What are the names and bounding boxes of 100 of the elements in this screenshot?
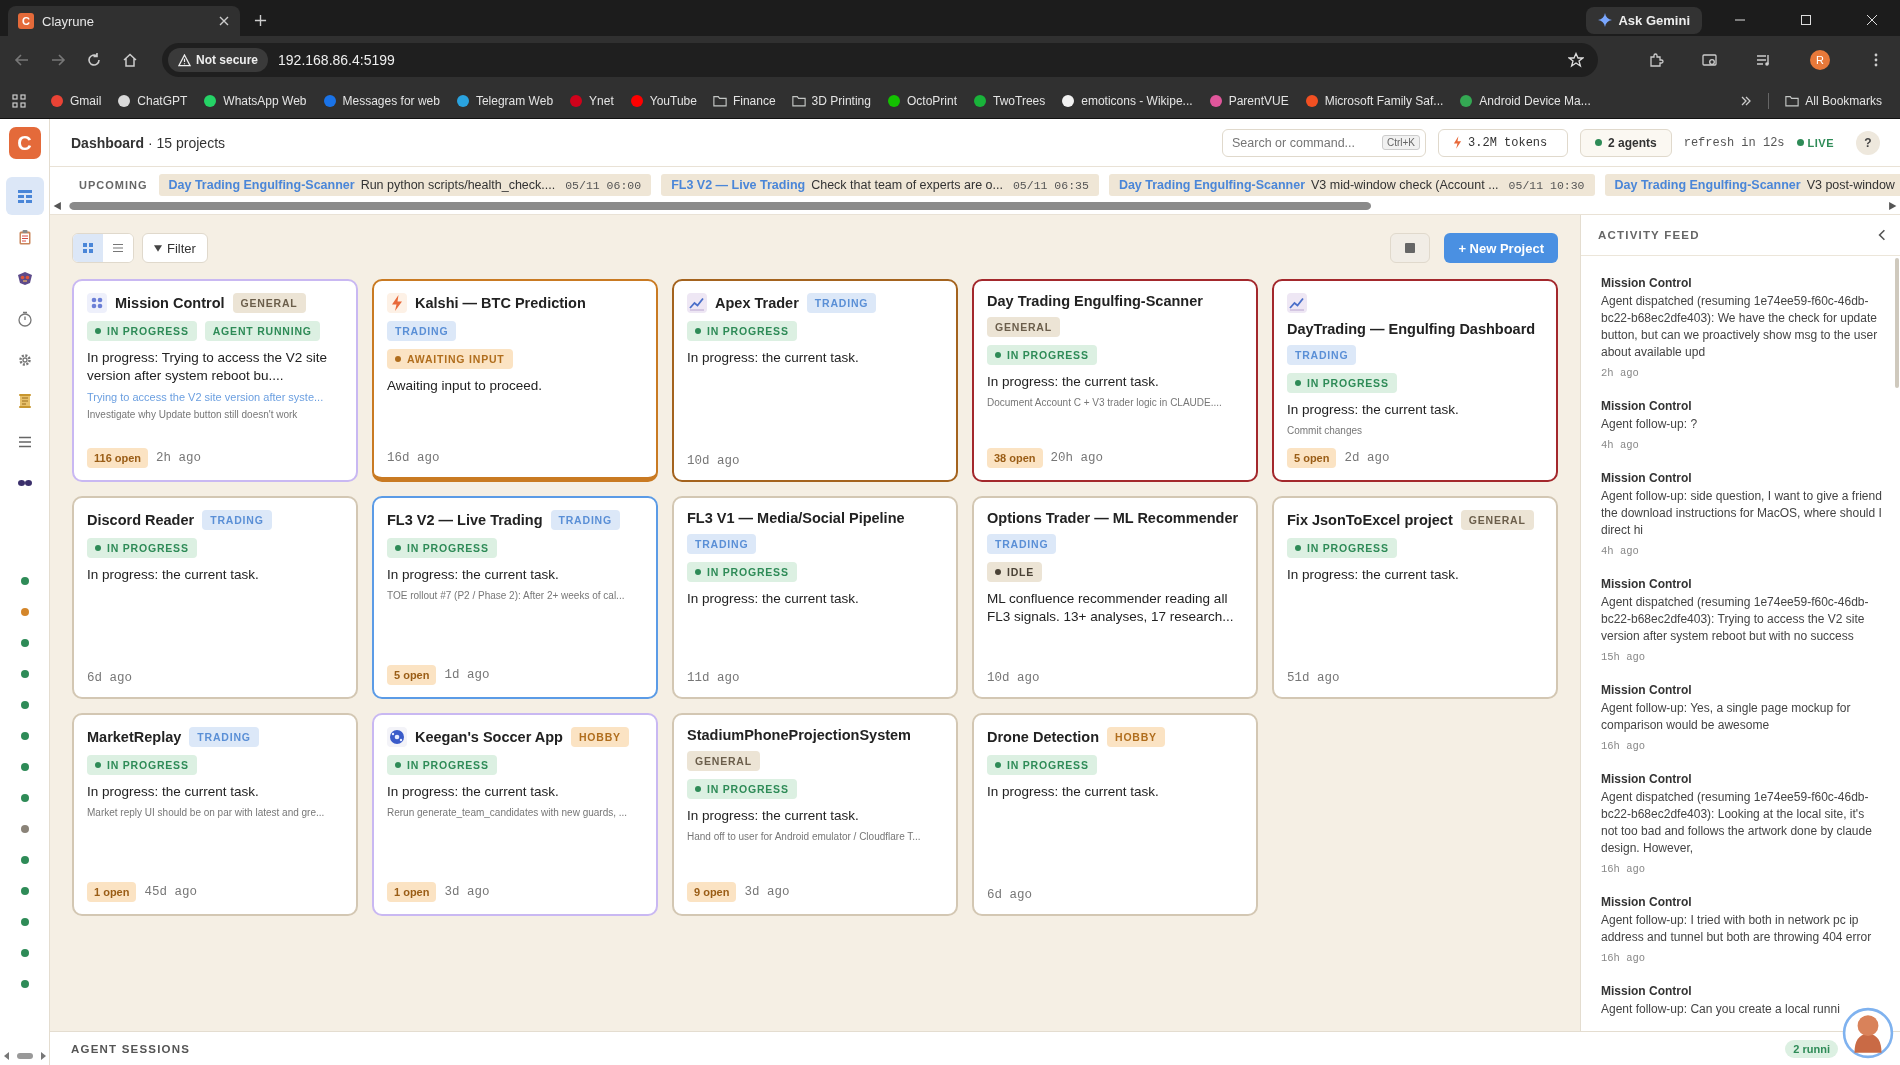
project-card[interactable]: Drone Detection HOBBY IN PROGRESS In progress: the current task. 6d ago <box>972 713 1258 916</box>
project-card[interactable]: DayTrading — Engulfing Dashboard TRADING IN PROGRESS In progress: the current task. Commit changes 5 open 2d ago <box>1272 279 1558 482</box>
status-badge: IN PROGRESS <box>987 755 1097 775</box>
star-icon[interactable] <box>1568 52 1584 68</box>
project-card[interactable]: Discord Reader TRADING IN PROGRESS In progress: the current task. 6d ago <box>72 496 358 699</box>
project-title: MarketReplay <box>87 729 182 745</box>
task-note: Hand off to user for Android emulator / Cloudflare T... <box>687 831 922 843</box>
status-dot <box>1796 139 1804 146</box>
updated-time: 6d ago <box>87 671 132 685</box>
bookmark-link[interactable]: WhatsApp Web <box>203 94 307 108</box>
emblem-icon <box>16 270 33 286</box>
running-badge: 2 runni <box>1785 1039 1838 1058</box>
task-note: Document Account C + V3 trader logic in CLAUDE.... <box>987 397 1223 409</box>
project-status-dot[interactable] <box>20 980 29 988</box>
project-card[interactable]: StadiumPhoneProjectionSystem GENERAL IN PROGRESS In progress: the current task. Hand off to user for Android emulator / Cloudflare T... 9 open 3d ago <box>672 713 958 916</box>
bookmark-link[interactable]: ChatGPT <box>117 94 188 108</box>
scrollbar-thumb[interactable] <box>1895 258 1899 388</box>
bookmark-link[interactable]: TwoTrees <box>973 94 1046 108</box>
upcoming-item[interactable]: Day Trading Engulfing-Scanner V3 post-window <box>1604 174 1900 196</box>
apps-grid-icon[interactable] <box>12 94 26 108</box>
security-chip[interactable]: Not secure <box>168 48 269 72</box>
project-status-dot[interactable] <box>20 732 29 740</box>
updated-time: 1d ago <box>444 668 490 682</box>
project-status-dot[interactable] <box>20 949 29 957</box>
layout-button[interactable] <box>1390 233 1431 263</box>
status-badge: IN PROGRESS <box>87 321 197 341</box>
project-card[interactable]: FL3 V1 — Media/Social Pipeline TRADING IN PROGRESS In progress: the current task. 11d ago <box>672 496 958 699</box>
plus-icon[interactable] <box>254 14 267 27</box>
project-card[interactable]: FL3 V2 — Live Trading TRADING IN PROGRESS In progress: the current task. TOE rollout #7 (P2 / Phase 2): After 2+ weeks of cal... 5 open 1d ago <box>372 496 658 699</box>
bookmark-link[interactable]: ParentVUE <box>1208 94 1289 108</box>
bookmark-link[interactable]: YouTube <box>629 94 697 108</box>
home-icon[interactable] <box>122 52 138 68</box>
filter-button[interactable]: Filter <box>142 233 208 263</box>
ask-gemini-button[interactable]: Ask Gemini <box>1586 6 1702 34</box>
project-card[interactable]: Keegan's Soccer App HOBBY IN PROGRESS In progress: the current task. Rerun generate_team_candidates with new guards, ... 1 open 3d ago <box>372 713 658 916</box>
browser-tab[interactable]: C Clayrune <box>8 6 240 36</box>
feed-time: 16h ago <box>1601 952 1647 964</box>
back-arrow-icon[interactable] <box>14 52 30 68</box>
project-status-dot[interactable] <box>20 670 29 678</box>
project-status-dot[interactable] <box>20 577 29 585</box>
panel-title: ACTIVITY FEED <box>1598 229 1701 241</box>
status-badge: IN PROGRESS <box>687 321 797 341</box>
chevron-icon[interactable] <box>1740 95 1753 107</box>
bookmark-link[interactable]: emoticons - Wikipe... <box>1061 94 1193 108</box>
bookmark-link[interactable]: Messages for web <box>322 94 440 108</box>
bookmark-link[interactable]: Microsoft Family Saf... <box>1304 94 1444 108</box>
updated-time: 2h ago <box>156 451 202 465</box>
bookmark-link[interactable]: Android Device Ma... <box>1459 94 1591 108</box>
project-status-dot[interactable] <box>20 794 29 802</box>
project-card[interactable]: Kalshi — BTC Prediction TRADING AWAITING INPUT Awaiting input to proceed. 16d ago <box>372 279 658 482</box>
upcoming-item[interactable]: Day Trading Engulfing-Scanner V3 mid-window check (Account ... 05/11 10:30 <box>1108 174 1595 196</box>
project-status-dot[interactable] <box>20 701 29 709</box>
bookmark-link[interactable]: Ynet <box>569 94 614 108</box>
bookmark-link[interactable]: Gmail <box>50 94 102 108</box>
grid-icon <box>82 242 94 254</box>
ball-icon <box>387 727 407 747</box>
project-card[interactable]: MarketReplay TRADING IN PROGRESS In progress: the current task. Market reply UI should be on par with latest and gre... 1 open 45d ago <box>72 713 358 916</box>
project-status-dot[interactable] <box>20 887 29 895</box>
category-tag: GENERAL <box>1460 510 1534 530</box>
assistant-avatar[interactable] <box>1842 1007 1894 1059</box>
status-summary: In progress: the current task. <box>987 373 1160 391</box>
view-toggle-button[interactable] <box>73 234 103 262</box>
category-tag: TRADING <box>189 727 259 747</box>
project-card[interactable]: Day Trading Engulfing-Scanner GENERAL IN PROGRESS In progress: the current task. Document Account C + V3 trader logic in CLAUDE.... 38 open 20h ago <box>972 279 1258 482</box>
puzzle-icon[interactable] <box>1648 52 1664 68</box>
project-status-dot[interactable] <box>20 856 29 864</box>
scheduled-time: 05/11 06:00 <box>565 178 642 192</box>
screen-search-icon[interactable] <box>1702 52 1718 68</box>
maximize-icon[interactable] <box>1800 14 1812 26</box>
scrollbar-drawing[interactable] <box>2 1051 47 1061</box>
forward-arrow-icon[interactable] <box>50 52 66 68</box>
close-icon[interactable] <box>1866 14 1878 26</box>
category-tag: HOBBY <box>1107 727 1165 747</box>
collapse-chevron-icon[interactable] <box>1878 229 1886 241</box>
feed-message: Agent dispatched (resuming 1e74ee59-f60c-46db-bc22-b68ec2dfe403): Looking at the local site, it's not too bad and follows the artwork done by claude design. However, <box>1601 789 1873 857</box>
close-icon[interactable] <box>218 15 230 27</box>
refresh-timer: refresh in 12s <box>1683 135 1785 150</box>
project-status-dot[interactable] <box>20 608 29 616</box>
upcoming-item[interactable]: FL3 V2 — Live Trading Check that team of experts are o... 05/11 06:35 <box>661 174 1099 196</box>
project-card[interactable]: Options Trader — ML Recommender TRADING IDLE ML confluence recommender reading all FL3 signals. 13+ analyses, 17 research... 10d ago <box>972 496 1258 699</box>
project-card[interactable]: Apex Trader TRADING IN PROGRESS In progress: the current task. 10d ago <box>672 279 958 482</box>
task-note: Market reply UI should be on par with latest and gre... <box>87 807 326 819</box>
project-card[interactable] <box>72 279 358 482</box>
address-bar[interactable]: Not secure 192.168.86.4:5199 <box>162 43 1598 77</box>
bookmark-link[interactable]: Telegram Web <box>455 94 554 108</box>
project-card[interactable]: Fix JsonToExcel project GENERAL IN PROGRESS In progress: the current task. 51d ago <box>1272 496 1558 699</box>
project-status-dot[interactable] <box>20 918 29 926</box>
project-status-dot[interactable] <box>20 763 29 771</box>
media-queue-icon[interactable] <box>1756 52 1772 68</box>
bookmark-link[interactable]: All Bookmarks <box>1785 94 1882 108</box>
upcoming-item[interactable]: Day Trading Engulfing-Scanner Run python scripts/health_check.... 05/11 06:00 <box>158 174 652 196</box>
help-button[interactable]: ? <box>1856 130 1880 155</box>
project-status-dot[interactable] <box>20 639 29 647</box>
bookmark-link[interactable]: OctoPrint <box>887 94 957 108</box>
bookmark-link[interactable]: 3D Printing <box>791 94 871 108</box>
reload-icon[interactable] <box>86 52 102 68</box>
project-name: FL3 V2 — Live Trading <box>671 178 806 192</box>
bookmark-link[interactable]: Finance <box>712 94 776 108</box>
category-tag: TRADING <box>806 293 877 313</box>
project-status-dot[interactable] <box>20 825 29 833</box>
